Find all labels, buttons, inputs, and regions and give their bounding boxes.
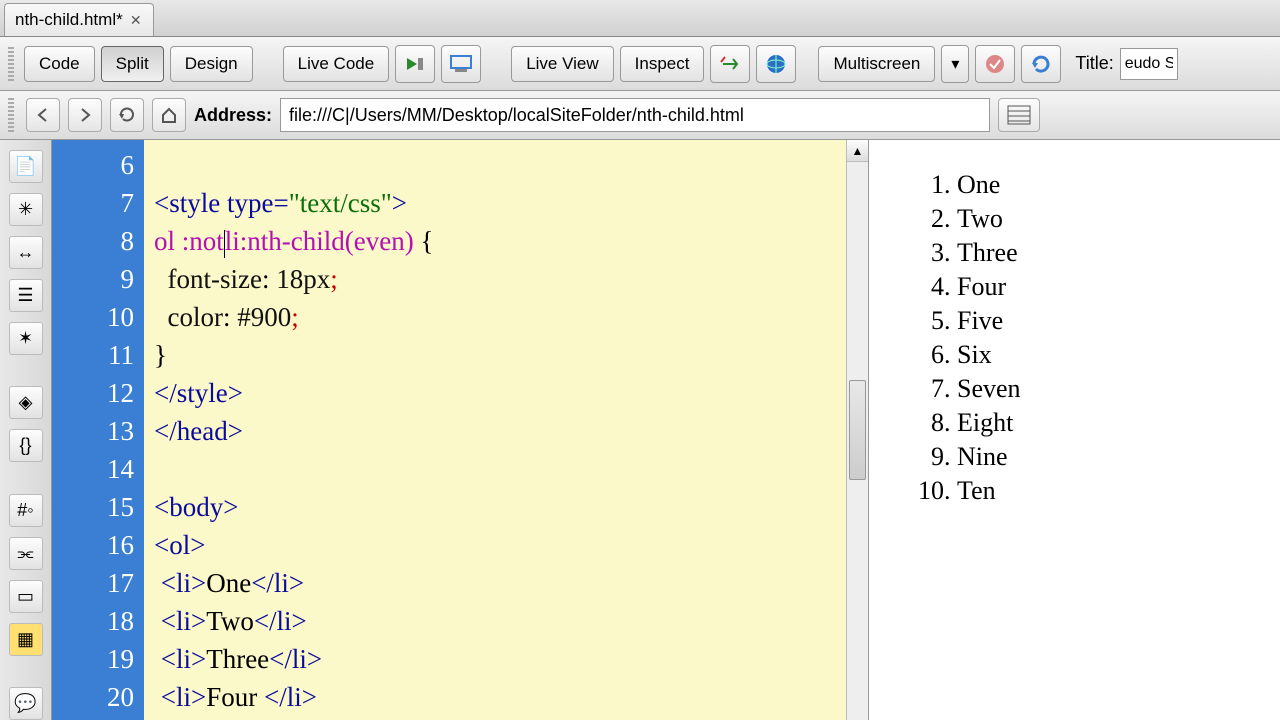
line-number: 13 [52, 412, 134, 450]
tab-title: nth-child.html* [15, 10, 123, 30]
line-number: 12 [52, 374, 134, 412]
line-number: 8 [52, 222, 134, 260]
chat-icon[interactable]: 💬 [9, 687, 43, 720]
title-input[interactable] [1120, 48, 1178, 80]
livecode-button[interactable]: Live Code [283, 46, 390, 82]
asterisk-icon[interactable]: ✳ [9, 193, 43, 226]
multiscreen-dropdown[interactable]: ▾ [941, 45, 969, 83]
main-area: 📄 ✳ ↔ ☰ ✶ ◈ {} #◦ ⫘ ▭ ▦ 💬 6 7 8 9 10 11 … [0, 140, 1280, 720]
line-number: 20 [52, 678, 134, 716]
title-label: Title: [1075, 53, 1113, 74]
refresh-icon[interactable] [1021, 45, 1061, 83]
preview-list: One Two Three Four Five Six Seven Eight … [897, 168, 1252, 508]
close-icon[interactable]: ✕ [129, 13, 143, 27]
line-gutter: 6 7 8 9 10 11 12 13 14 15 16 17 18 19 20 [52, 140, 144, 720]
main-toolbar: Code Split Design Live Code Live View In… [0, 37, 1280, 91]
browser-nav-icon[interactable] [710, 45, 750, 83]
liveview-button[interactable]: Live View [511, 46, 613, 82]
list-item: One [957, 168, 1252, 202]
scroll-up-icon[interactable]: ▲ [847, 140, 868, 162]
highlight-icon[interactable]: ▦ [9, 623, 43, 656]
list-item: Two [957, 202, 1252, 236]
scroll-thumb[interactable] [849, 380, 866, 480]
back-icon[interactable] [26, 98, 60, 132]
address-label: Address: [194, 105, 272, 126]
validate-icon[interactable] [975, 45, 1015, 83]
open-docs-icon[interactable]: 📄 [9, 150, 43, 183]
live-preview: One Two Three Four Five Six Seven Eight … [868, 140, 1280, 720]
file-tab[interactable]: nth-child.html* ✕ [4, 3, 154, 36]
line-number: 14 [52, 450, 134, 488]
list-item: Nine [957, 440, 1252, 474]
multiscreen-button[interactable]: Multiscreen [818, 46, 935, 82]
toolbar-grip [8, 47, 14, 81]
split-button[interactable]: Split [101, 46, 164, 82]
screen-icon[interactable] [441, 45, 481, 83]
tab-bar: nth-child.html* ✕ [0, 0, 1280, 37]
nav-icon[interactable]: ◈ [9, 386, 43, 419]
play-icon[interactable] [395, 45, 435, 83]
forward-icon[interactable] [68, 98, 102, 132]
snippet-icon[interactable]: ✶ [9, 322, 43, 355]
collapse-icon[interactable]: ↔ [9, 236, 43, 269]
left-tool-strip: 📄 ✳ ↔ ☰ ✶ ◈ {} #◦ ⫘ ▭ ▦ 💬 [0, 140, 52, 720]
list-item: Ten [957, 474, 1252, 508]
addr-grip [8, 98, 14, 132]
list-item: Eight [957, 406, 1252, 440]
panel-toggle-icon[interactable] [998, 98, 1040, 132]
list-item: Five [957, 304, 1252, 338]
line-number: 17 [52, 564, 134, 602]
inspect-button[interactable]: Inspect [620, 46, 705, 82]
line-number: 11 [52, 336, 134, 374]
address-input[interactable] [280, 98, 990, 132]
line-number: 7 [52, 184, 134, 222]
line-number: 15 [52, 488, 134, 526]
design-button[interactable]: Design [170, 46, 253, 82]
line-number: 18 [52, 602, 134, 640]
home-icon[interactable] [152, 98, 186, 132]
braces-icon[interactable]: {} [9, 429, 43, 462]
list-item: Seven [957, 372, 1252, 406]
list-item: Four [957, 270, 1252, 304]
list-item: Three [957, 236, 1252, 270]
line-number: 10 [52, 298, 134, 336]
list-icon[interactable]: ☰ [9, 279, 43, 312]
hash-icon[interactable]: #◦ [9, 494, 43, 527]
line-number: 16 [52, 526, 134, 564]
link-icon[interactable]: ⫘ [9, 537, 43, 570]
address-bar: Address: [0, 91, 1280, 140]
code-button[interactable]: Code [24, 46, 95, 82]
code-editor[interactable]: <style type="text/css"> ol :notli:nth-ch… [144, 140, 846, 720]
code-scrollbar[interactable]: ▲ [846, 140, 868, 720]
reload-icon[interactable] [110, 98, 144, 132]
window-icon[interactable]: ▭ [9, 580, 43, 613]
globe-icon[interactable] [756, 45, 796, 83]
list-item: Six [957, 338, 1252, 372]
line-number: 9 [52, 260, 134, 298]
line-number: 19 [52, 640, 134, 678]
line-number: 6 [52, 146, 134, 184]
